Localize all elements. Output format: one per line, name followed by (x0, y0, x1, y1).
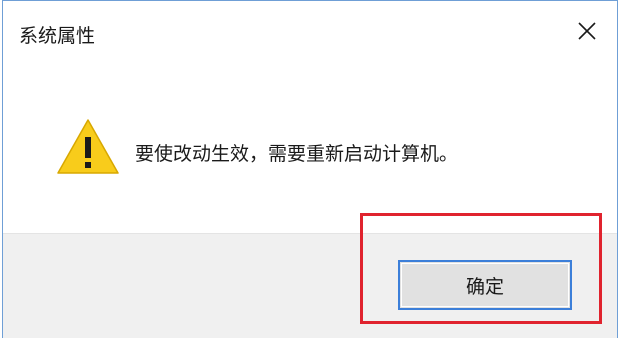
close-icon (578, 22, 596, 40)
close-button[interactable] (571, 15, 603, 47)
title-bar: 系统属性 (3, 1, 617, 61)
warning-icon (57, 119, 119, 174)
system-properties-dialog: 系统属性 要使改动生效，需要重新启动计算机。 确定 (2, 0, 618, 338)
dialog-content: 要使改动生效，需要重新启动计算机。 (3, 61, 617, 233)
window-title: 系统属性 (19, 25, 96, 47)
dialog-footer: 确定 (3, 233, 617, 338)
ok-button[interactable]: 确定 (398, 260, 572, 310)
restart-message: 要使改动生效，需要重新启动计算机。 (135, 143, 459, 165)
